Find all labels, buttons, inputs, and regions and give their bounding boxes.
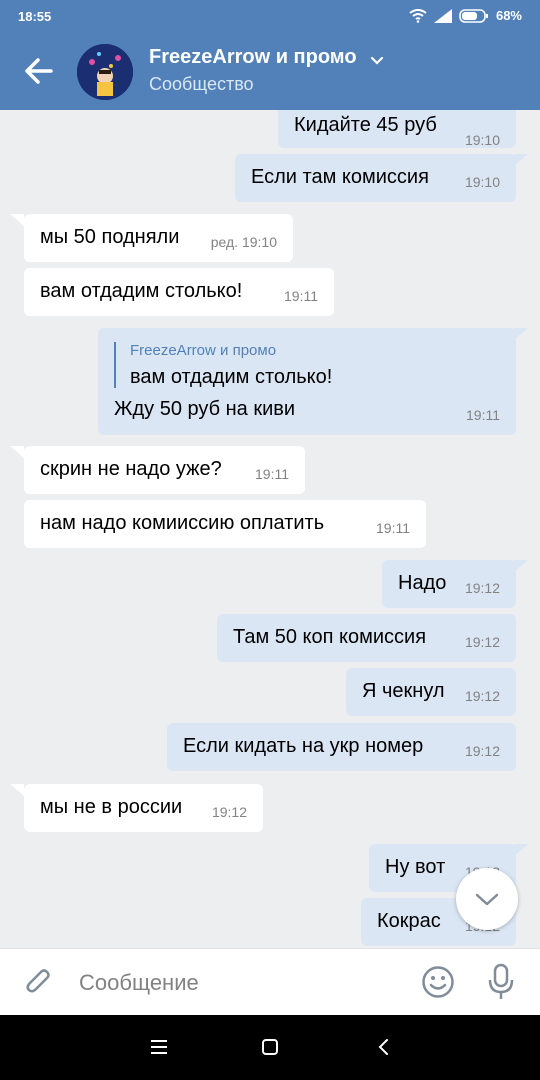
reply-bar [114, 342, 116, 388]
bubble-tail [514, 844, 528, 856]
bubble-tail [10, 446, 24, 458]
system-nav-bar [0, 1015, 540, 1080]
message-input[interactable]: Сообщение [79, 970, 199, 996]
message-text: Если там комиссия [251, 166, 429, 188]
message-bubble[interactable]: нам надо комииссию оплатить 19:11 [24, 500, 426, 548]
message-time: 19:11 [466, 407, 500, 423]
message-bubble[interactable]: вам отдадим столько! 19:11 [24, 268, 334, 316]
battery-icon [459, 8, 488, 23]
message-bubble[interactable]: FreezeArrow и промо вам отдадим столько!… [98, 328, 516, 435]
message-text: Я чекнул [362, 680, 445, 702]
message-time: 19:12 [211, 804, 247, 820]
message-time: ред. 19:10 [210, 234, 277, 250]
chevron-down-icon[interactable] [370, 56, 384, 66]
wifi-icon [409, 8, 427, 23]
message-text: скрин не надо уже? [40, 458, 222, 480]
chevron-down-icon [475, 893, 499, 906]
message-text: Кидайте 45 руб [294, 114, 437, 136]
chat-subtitle: Сообщество [149, 74, 254, 94]
message-bubble[interactable]: Там 50 коп комиссия 19:12 [217, 614, 516, 662]
message-text: вам отдадим столько! [40, 280, 243, 302]
message-list[interactable]: Кидайте 45 руб 19:10 Если там комиссия 1… [0, 110, 540, 948]
message-text: Если кидать на укр номер [183, 735, 424, 757]
arrow-left-icon[interactable] [22, 54, 56, 88]
signal-icon [433, 8, 452, 23]
message-time: 19:11 [376, 520, 410, 536]
message-bubble[interactable]: Надо 19:12 [382, 560, 516, 608]
chat-title[interactable]: FreezeArrow и промо [149, 46, 357, 69]
message-text: мы 50 подняли [40, 226, 180, 248]
status-icons: 68% [409, 8, 522, 23]
bubble-tail [10, 784, 24, 796]
message-bubble[interactable]: Если кидать на укр номер 19:12 [167, 723, 516, 771]
message-bubble[interactable]: скрин не надо уже? 19:11 [24, 446, 305, 494]
bubble-tail [10, 214, 24, 226]
status-bar: 18:55 68% [0, 0, 540, 34]
message-time: 19:12 [464, 634, 500, 650]
message-time: 19:10 [464, 174, 500, 190]
message-bubble[interactable]: мы 50 подняли ред. 19:10 [24, 214, 293, 262]
message-bubble[interactable]: Я чекнул 19:12 [346, 668, 516, 716]
community-avatar[interactable] [77, 44, 133, 100]
message-text: Кокрас [377, 910, 441, 932]
message-text: Там 50 коп комиссия [233, 626, 427, 648]
reply-author[interactable]: FreezeArrow и промо [130, 342, 276, 359]
status-time: 18:55 [18, 9, 52, 24]
message-bubble[interactable]: Если там комиссия 19:10 [235, 154, 516, 202]
message-bubble[interactable]: мы не в россии 19:12 [24, 784, 263, 832]
smile-icon[interactable] [421, 965, 455, 999]
bubble-tail [514, 328, 528, 340]
message-time: 19:10 [464, 132, 500, 148]
scroll-down-button[interactable] [456, 868, 518, 930]
menu-icon[interactable] [149, 1037, 169, 1057]
battery-percent: 68% [495, 8, 522, 23]
paperclip-icon[interactable] [22, 965, 56, 999]
back-icon[interactable] [374, 1037, 394, 1057]
message-text: нам надо комииссию оплатить [40, 512, 325, 534]
home-icon[interactable] [260, 1037, 280, 1057]
message-composer: Сообщение [0, 948, 540, 1016]
microphone-icon[interactable] [486, 963, 516, 1001]
bubble-tail [514, 560, 528, 572]
message-time: 19:12 [464, 743, 500, 759]
message-text: Жду 50 руб на киви [114, 398, 296, 420]
reply-text: вам отдадим столько! [130, 366, 333, 388]
message-time: 19:12 [464, 580, 500, 596]
message-text: Надо [398, 572, 447, 594]
message-time: 19:11 [255, 466, 289, 482]
app-bar: FreezeArrow и промо Сообщество [0, 34, 540, 110]
message-text: Ну вот [385, 856, 446, 878]
message-text: мы не в россии [40, 796, 183, 818]
message-time: 19:11 [284, 288, 318, 304]
bubble-tail [514, 154, 528, 166]
message-time: 19:12 [464, 688, 500, 704]
message-bubble[interactable]: Кидайте 45 руб 19:10 [278, 110, 516, 148]
